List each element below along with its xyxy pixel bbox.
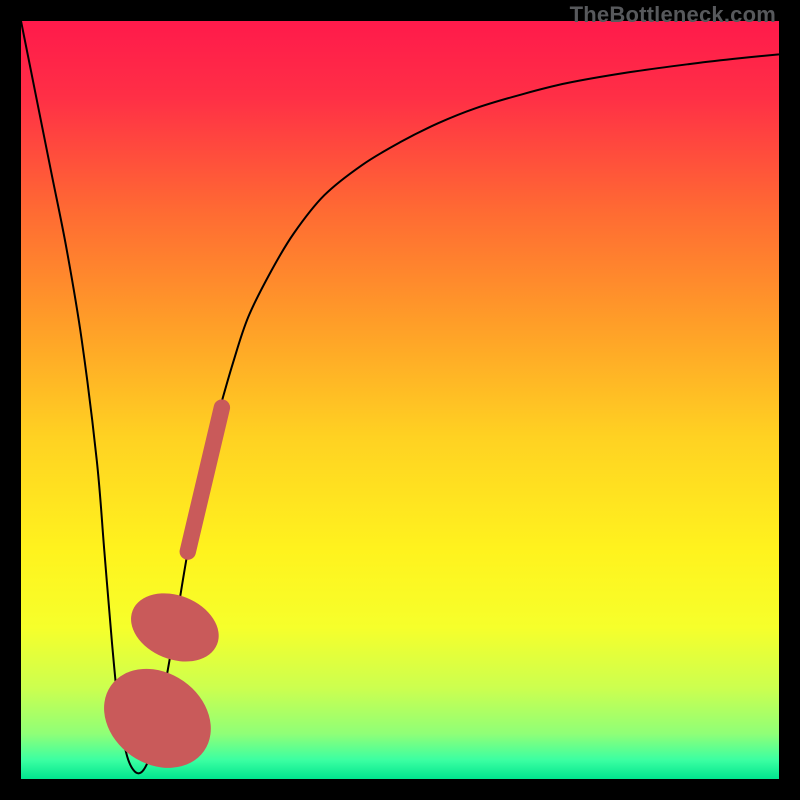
chart-stage: TheBottleneck.com <box>0 0 800 800</box>
curve-layer <box>21 21 779 779</box>
plot-area <box>21 21 779 779</box>
bottleneck-curve <box>21 21 779 773</box>
watermark-text: TheBottleneck.com <box>570 2 776 28</box>
highlight-dot-lower <box>85 648 230 779</box>
highlight-segment <box>188 408 222 552</box>
highlight-markers <box>85 408 230 779</box>
highlight-dot-upper <box>121 581 229 674</box>
